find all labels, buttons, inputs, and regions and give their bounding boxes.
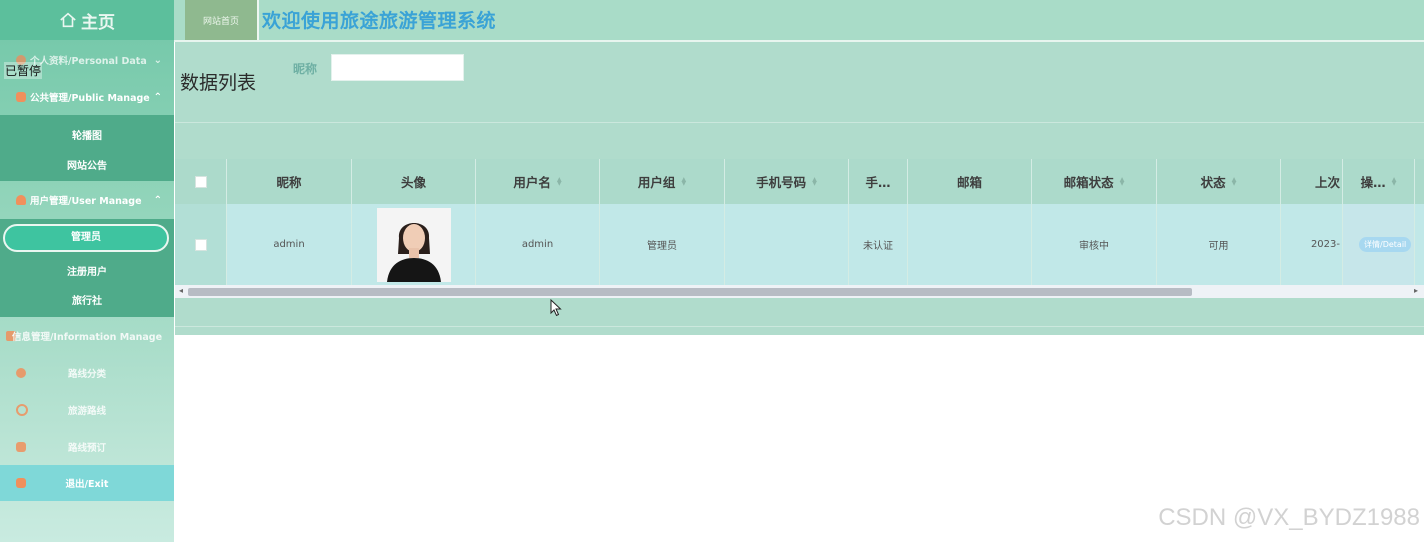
cell-username: admin (476, 204, 600, 285)
col-phone-status[interactable]: 手… (849, 159, 908, 204)
sidebar-item-admin[interactable]: 管理员 (3, 224, 169, 252)
sidebar-item-travel-agency[interactable]: 旅行社 (0, 292, 174, 307)
cell-phone (725, 204, 849, 285)
sidebar-group-label: 信息管理/Information Manage (11, 332, 163, 343)
sidebar-group-information-manage[interactable]: 信息管理/Information Manage (0, 326, 174, 346)
row-select-cell (175, 204, 227, 285)
scroll-right-icon[interactable]: ▸ (1414, 286, 1418, 295)
watermark: CSDN @VX_BYDZ1988 (1158, 504, 1420, 531)
sidebar: 主页 个人资料/Personal Data ⌄ 已暂停 公共管理/Public … (0, 0, 174, 542)
home-icon (60, 12, 76, 28)
sidebar-group-label: 个人资料/Personal Data (30, 56, 147, 67)
col-nickname[interactable]: 昵称 (227, 159, 352, 204)
detail-button[interactable]: 详情/Detail (1359, 237, 1412, 252)
col-last-login: 上次 (1281, 159, 1343, 204)
sidebar-group-user-manage[interactable]: 用户管理/User Manage ⌃ (0, 189, 174, 211)
select-all-checkbox[interactable] (194, 175, 207, 188)
paused-indicator: 已暂停 (4, 62, 43, 79)
sort-icon[interactable]: ▲ ▼ (812, 176, 817, 186)
cell-status: 可用 (1157, 204, 1281, 285)
scrollbar-thumb[interactable] (188, 288, 1192, 296)
avatar-portrait (376, 207, 451, 282)
sort-icon[interactable]: ▲ ▼ (557, 176, 562, 186)
col-status[interactable]: 状态 ▲ ▼ (1157, 159, 1281, 204)
select-all-cell (175, 159, 227, 204)
sidebar-item-carousel[interactable]: 轮播图 (0, 127, 174, 142)
cell-email (908, 204, 1032, 285)
site-title: 欢迎使用旅途旅游管理系统 (262, 10, 497, 32)
sidebar-item-label: 路线分类 (67, 369, 106, 380)
column-label: 状态 (1200, 175, 1226, 190)
sidebar-group-label: 用户管理/User Manage (30, 196, 142, 207)
sidebar-item-label: 退出/Exit (65, 479, 109, 490)
divider (175, 326, 1424, 327)
top-header: 网站首页 欢迎使用旅途旅游管理系统 (174, 0, 1424, 42)
horizontal-scrollbar[interactable]: ◂ ▸ (175, 285, 1424, 298)
sort-icon[interactable]: ▲ ▼ (681, 176, 686, 186)
column-label: 邮箱 (956, 175, 982, 190)
col-actions: 操… ▲ ▼ (1343, 159, 1415, 204)
column-label: 操… (1360, 175, 1386, 190)
sidebar-item-travel-route[interactable]: 旅游路线 (0, 399, 174, 421)
nickname-filter-label: 昵称 (293, 62, 318, 76)
row-checkbox[interactable] (194, 238, 207, 251)
cell-avatar (352, 204, 476, 285)
sidebar-item-route-booking[interactable]: 路线预订 (0, 436, 174, 458)
sort-icon[interactable]: ▲ ▼ (1392, 176, 1397, 186)
chevron-up-icon: ⌃ (153, 194, 162, 206)
cell-nickname: admin (227, 204, 352, 285)
chevron-up-icon: ⌃ (153, 91, 162, 103)
column-label: 头像 (400, 175, 426, 190)
sidebar-item-registered-users[interactable]: 注册用户 (0, 263, 174, 278)
col-user-group[interactable]: 用户组 ▲ ▼ (600, 159, 725, 204)
user-icon (16, 195, 26, 205)
col-email: 邮箱 (908, 159, 1032, 204)
divider (175, 122, 1424, 123)
chevron-down-icon: ⌄ (153, 54, 162, 66)
col-avatar: 头像 (352, 159, 476, 204)
table-header: 昵称 头像 用户名 ▲ ▼ 用户组 ▲ ▼ 手机号码 ▲ ▼ 手… 邮箱 邮箱状… (175, 159, 1424, 204)
nickname-filter-input[interactable] (331, 54, 464, 81)
col-phone[interactable]: 手机号码 ▲ ▼ (725, 159, 849, 204)
cell-last-login: 2023- (1281, 204, 1343, 285)
table-row: admin admin 管理员 未认证 审核中 可用 2023- 详情/Deta… (175, 204, 1424, 285)
scroll-left-icon[interactable]: ◂ (179, 286, 183, 295)
cell-user-group: 管理员 (600, 204, 725, 285)
sidebar-group-public-manage[interactable]: 公共管理/Public Manage ⌃ (0, 86, 174, 108)
sort-icon[interactable]: ▲ ▼ (1232, 176, 1237, 186)
column-label: 昵称 (276, 175, 302, 190)
sidebar-item-label: 旅游路线 (67, 406, 106, 417)
page-title: 数据列表 (180, 72, 257, 94)
column-label: 用户名 (513, 175, 551, 190)
cell-phone-status: 未认证 (849, 204, 908, 285)
column-label: 上次 (1314, 175, 1340, 190)
home-label: 主页 (81, 12, 115, 33)
cell-actions: 详情/Detail (1343, 204, 1415, 285)
sidebar-item-exit[interactable]: 退出/Exit (0, 465, 174, 501)
col-username[interactable]: 用户名 ▲ ▼ (476, 159, 600, 204)
content-panel: 数据列表 昵称 昵称 头像 用户名 ▲ ▼ 用户组 ▲ ▼ 手机号码 ▲ ▼ 手… (175, 42, 1424, 335)
column-label: 手… (865, 175, 891, 190)
sort-icon[interactable]: ▲ ▼ (1120, 176, 1125, 186)
header-divider (257, 0, 259, 40)
column-label: 邮箱状态 (1063, 175, 1114, 190)
mouse-cursor-icon (550, 299, 562, 317)
sidebar-group-label: 公共管理/Public Manage (30, 93, 150, 104)
home-link[interactable]: 主页 (0, 0, 174, 40)
public-icon (16, 92, 26, 102)
column-label: 用户组 (637, 175, 676, 190)
data-table: 昵称 头像 用户名 ▲ ▼ 用户组 ▲ ▼ 手机号码 ▲ ▼ 手… 邮箱 邮箱状… (175, 159, 1424, 285)
sidebar-item-label: 路线预订 (67, 443, 106, 454)
col-email-status[interactable]: 邮箱状态 ▲ ▼ (1032, 159, 1157, 204)
column-label: 手机号码 (756, 175, 807, 190)
sidebar-item-route-category[interactable]: 路线分类 (0, 362, 174, 384)
avatar-image[interactable] (376, 207, 451, 282)
cell-email-status: 审核中 (1032, 204, 1157, 285)
site-home-tab[interactable]: 网站首页 (185, 0, 257, 40)
sidebar-item-announcement[interactable]: 网站公告 (0, 157, 174, 172)
